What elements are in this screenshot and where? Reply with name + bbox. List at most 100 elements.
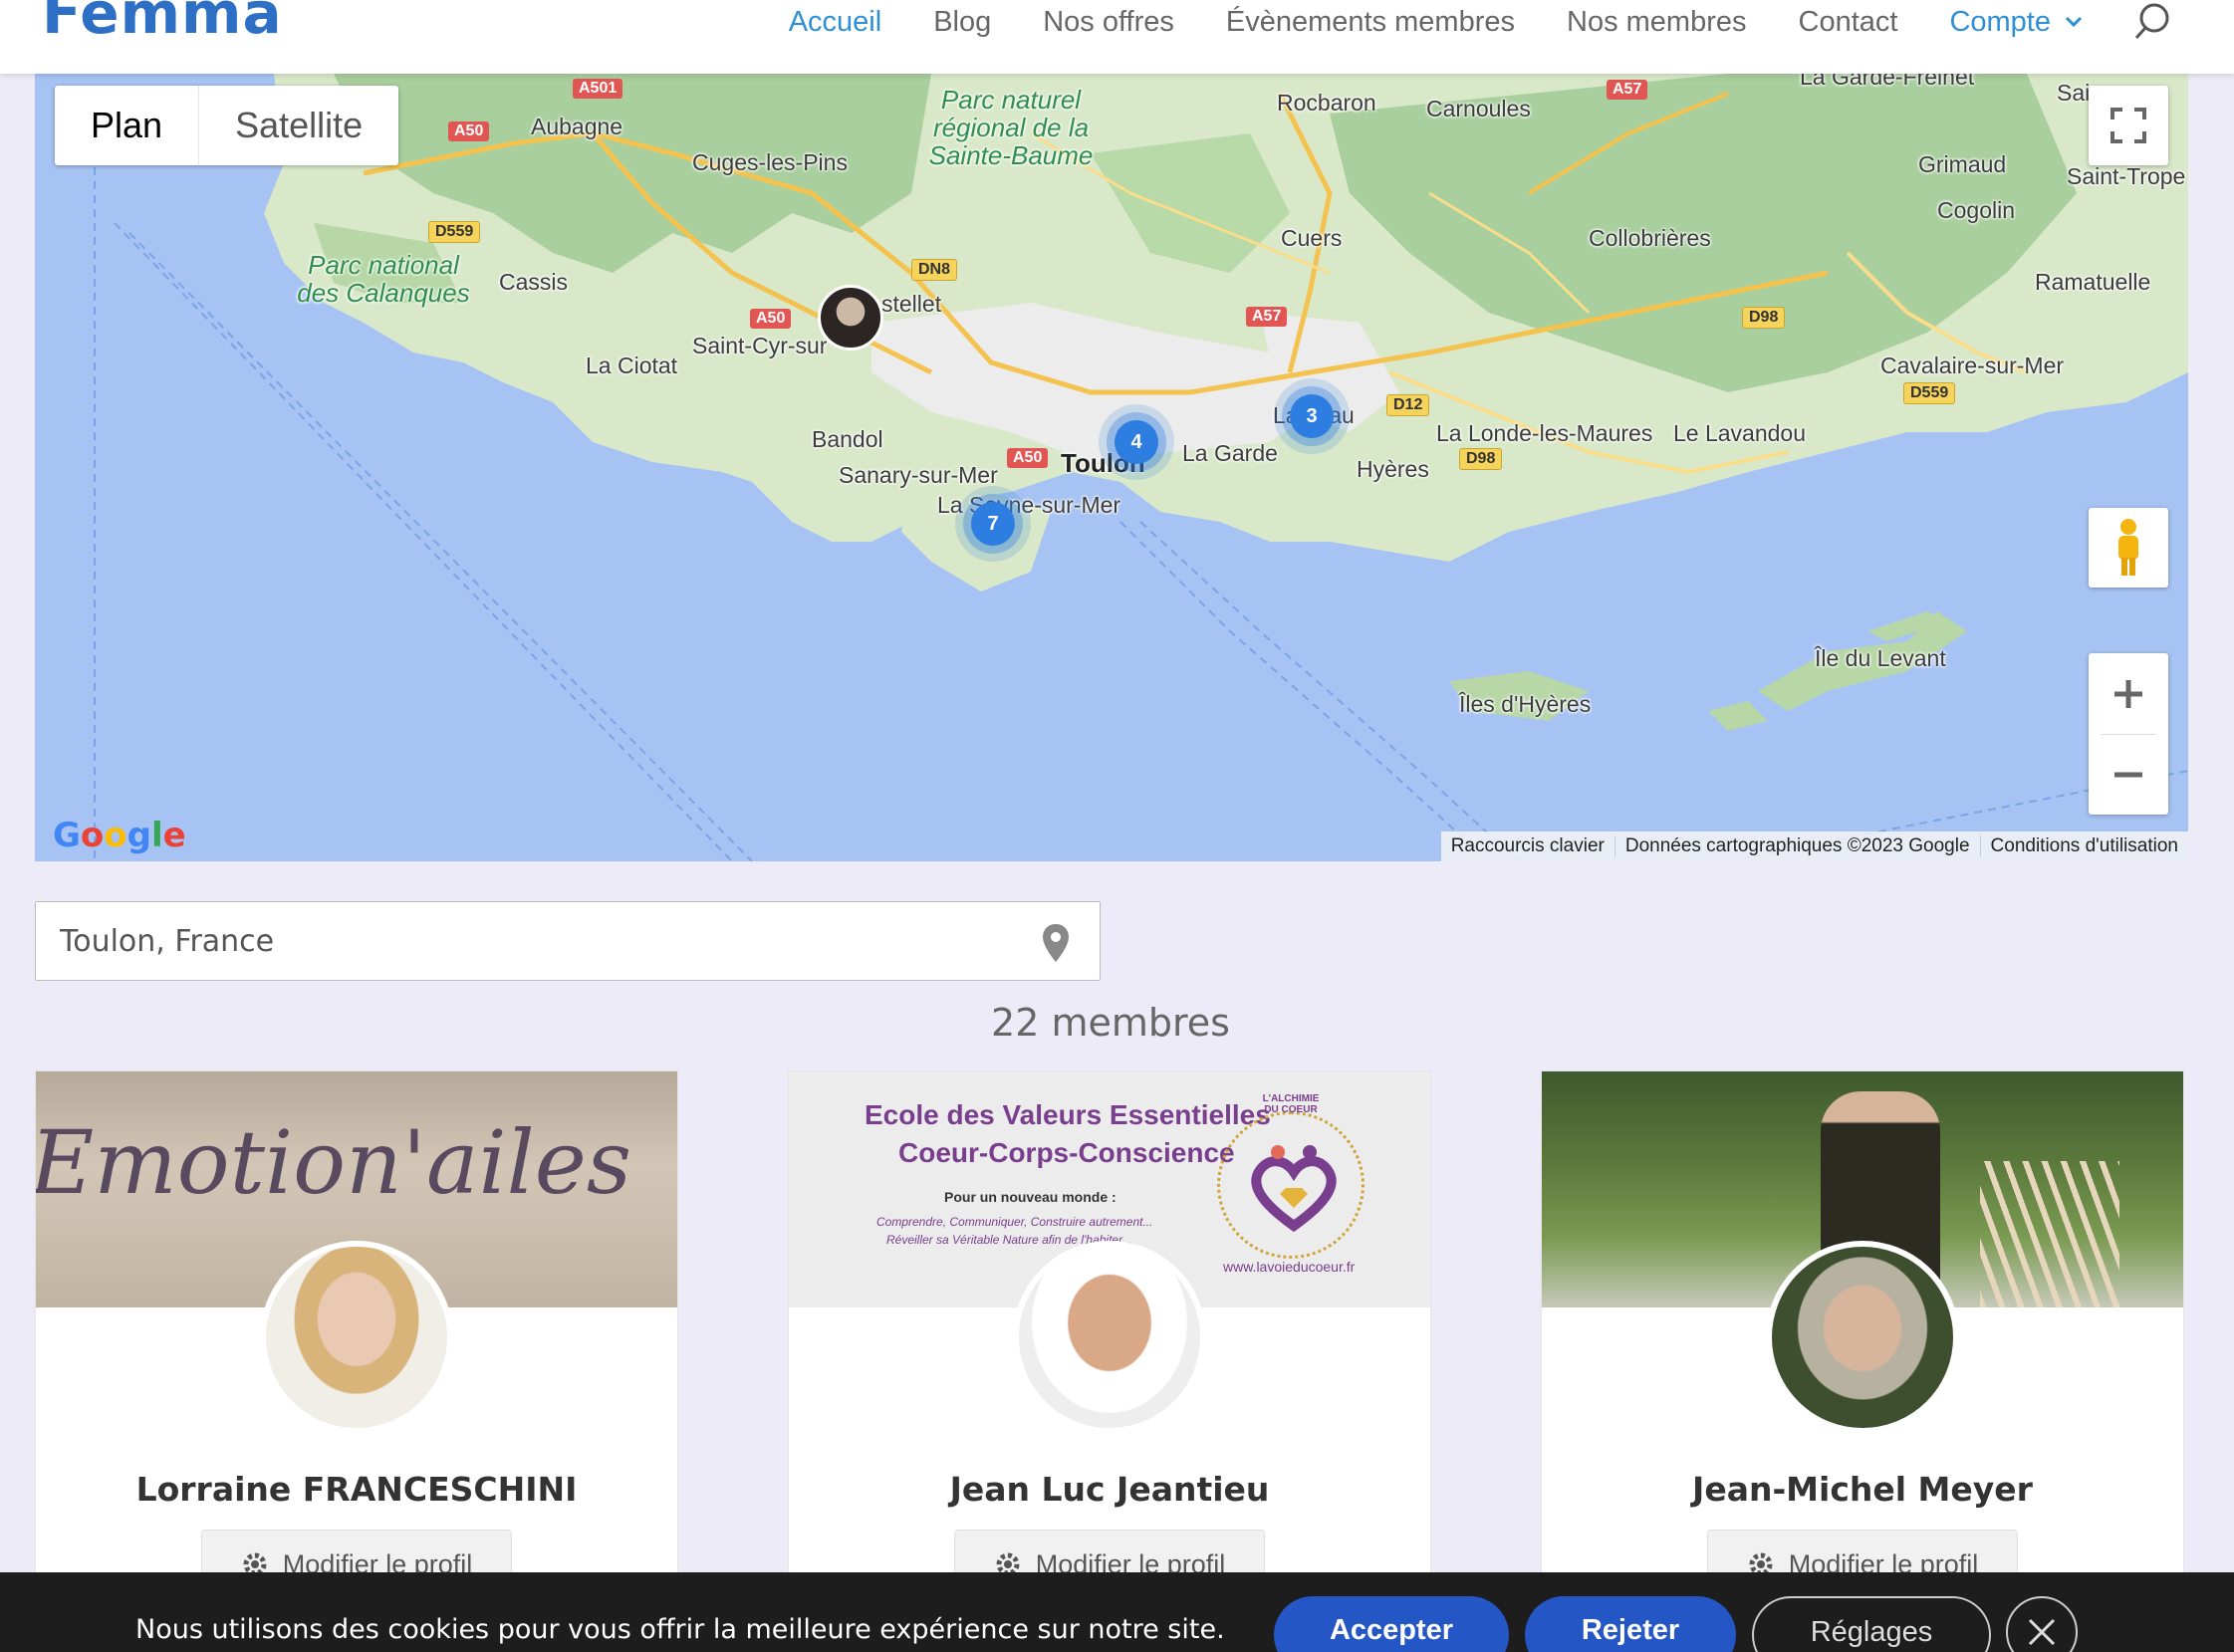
alchimie-logo xyxy=(1217,1111,1365,1259)
member-card[interactable]: Ecole des Valeurs Essentielles Coeur-Cor… xyxy=(788,1070,1431,1652)
street-view-button[interactable] xyxy=(2089,508,2168,588)
cover-url: www.lavoieducoeur.fr xyxy=(1223,1259,1356,1275)
map-label-grimaud: Grimaud xyxy=(1918,151,2007,177)
member-card[interactable]: Emotion'ailes Lorraine FRANCESCHINI Modi… xyxy=(35,1070,678,1652)
member-name[interactable]: Jean Luc Jeantieu xyxy=(789,1470,1430,1509)
road-d559-east: D559 xyxy=(1903,382,1956,404)
pegman-icon xyxy=(2118,519,2138,576)
map-label-hyeres: Hyères xyxy=(1357,456,1429,482)
marker-cluster-toulon[interactable]: 4 xyxy=(1115,420,1158,464)
site-header: Femma Accueil Blog Nos offres Évènements… xyxy=(0,0,2234,74)
close-icon xyxy=(2028,1618,2056,1646)
map-label-sainte-maxime: Sai xyxy=(2057,80,2091,106)
member-name[interactable]: Jean-Michel Meyer xyxy=(1542,1470,2183,1509)
zoom-in-button[interactable] xyxy=(2089,654,2168,734)
map-label-cuges: Cuges-les-Pins xyxy=(692,149,848,175)
heart-logo-icon xyxy=(1251,1145,1337,1233)
avatar xyxy=(1766,1241,1959,1434)
location-pin-icon[interactable] xyxy=(1040,922,1072,964)
member-map-marker[interactable] xyxy=(818,285,883,351)
nav-offres[interactable]: Nos offres xyxy=(1043,6,1174,39)
road-d98-east: D98 xyxy=(1742,307,1786,329)
map-label-la-seyne: La Seyne-sur-Mer xyxy=(937,492,1121,518)
road-a57-north: A57 xyxy=(1607,80,1648,100)
cover-text: Emotion'ailes xyxy=(36,1111,632,1214)
nav-blog[interactable]: Blog xyxy=(933,6,991,39)
fullscreen-button[interactable] xyxy=(2089,86,2168,165)
map-label-cogolin: Cogolin xyxy=(1937,197,2015,223)
map-label-saint-cyr: Saint-Cyr-sur xyxy=(692,333,828,358)
chevron-down-icon xyxy=(2065,16,2083,28)
marker-cluster-la-seyne[interactable]: 7 xyxy=(971,502,1015,546)
keyboard-shortcuts-link[interactable]: Raccourcis clavier xyxy=(1441,835,1614,857)
nav-compte-label: Compte xyxy=(1949,5,2051,38)
main-nav: Accueil Blog Nos offres Évènements membr… xyxy=(737,0,2234,44)
cookie-close-button[interactable] xyxy=(2006,1596,2078,1652)
nav-evenements[interactable]: Évènements membres xyxy=(1226,6,1515,39)
road-a50-toulon: A50 xyxy=(1007,448,1049,468)
map-type-plan[interactable]: Plan xyxy=(55,86,198,165)
map-label-la-garde: La Garde xyxy=(1182,440,1278,466)
map-type-control: Plan Satellite xyxy=(55,86,399,165)
map-label-la-londe: La Londe-les-Maures xyxy=(1436,420,1653,446)
map-label-ile-levant: Île du Levant xyxy=(1815,645,1946,671)
terms-link[interactable]: Conditions d'utilisation xyxy=(1979,835,2188,857)
map-type-satellite[interactable]: Satellite xyxy=(198,86,398,165)
nav-accueil[interactable]: Accueil xyxy=(789,6,882,39)
members-count: 22 membres xyxy=(991,1001,1230,1045)
road-dn8: DN8 xyxy=(911,259,958,281)
map-label-iles-hyeres: Îles d'Hyères xyxy=(1459,691,1592,717)
road-a50-mid: A50 xyxy=(750,309,792,329)
road-a501: A501 xyxy=(573,79,623,99)
map-label-saint-tropez: Saint-Trope xyxy=(2067,163,2186,189)
logo-text: Femma xyxy=(42,0,283,47)
map-label-ramatuelle: Ramatuelle xyxy=(2035,269,2151,295)
map-label-bandol: Bandol xyxy=(812,426,883,452)
road-d559-west: D559 xyxy=(428,221,481,243)
road-a50-west: A50 xyxy=(448,121,490,141)
map-label-cavalaire: Cavalaire-sur-Mer xyxy=(1880,353,2065,378)
cover-subtitle: Pour un nouveau monde : xyxy=(944,1189,1117,1205)
nav-compte[interactable]: Compte xyxy=(1949,6,2083,39)
cover-title-2: Coeur-Corps-Conscience xyxy=(898,1137,1235,1168)
minus-icon xyxy=(2114,772,2142,777)
map-label-la-ciotat: La Ciotat xyxy=(586,353,678,378)
map-label-cassis: Cassis xyxy=(499,269,569,295)
map-label-rocbaron: Rocbaron xyxy=(1277,90,1376,116)
nav-contact[interactable]: Contact xyxy=(1799,6,1898,39)
avatar xyxy=(1013,1241,1206,1434)
avatar xyxy=(260,1241,453,1434)
google-logo: Google xyxy=(53,816,186,855)
cookie-banner: Nous utilisons des cookies pour vous off… xyxy=(0,1572,2234,1652)
plus-icon xyxy=(2114,679,2142,708)
member-name[interactable]: Lorraine FRANCESCHINI xyxy=(36,1470,677,1509)
road-d98-south: D98 xyxy=(1459,448,1503,470)
member-card[interactable]: Jean-Michel Meyer Modifier le profil xyxy=(1541,1070,2184,1652)
location-input[interactable] xyxy=(60,902,1016,980)
cookie-settings-button[interactable]: Réglages xyxy=(1752,1596,1991,1652)
map-label-le-lavandou: Le Lavandou xyxy=(1673,420,1807,446)
zoom-out-button[interactable] xyxy=(2089,735,2168,815)
cookie-reject-button[interactable]: Rejeter xyxy=(1525,1596,1736,1652)
map-label-aubagne: Aubagne xyxy=(531,114,623,139)
map-label-sanary: Sanary-sur-Mer xyxy=(839,462,998,488)
site-logo[interactable]: Femma xyxy=(42,0,283,48)
search-icon[interactable] xyxy=(2122,0,2182,44)
map-label-sainte-baume: Parc naturel régional de la Sainte-Baume xyxy=(928,85,1094,170)
map-label-carnoules: Carnoules xyxy=(1426,96,1531,121)
map-label-castellet: stellet xyxy=(881,291,942,317)
zoom-control xyxy=(2089,653,2168,815)
alchimie-logo-text: L'ALCHIMIE DU COEUR xyxy=(1262,1093,1320,1115)
marker-cluster-la-crau[interactable]: 3 xyxy=(1290,394,1334,438)
map-attribution: Raccourcis clavier Données cartographiqu… xyxy=(1440,831,2188,861)
map-data-text: Données cartographiques ©2023 Google xyxy=(1613,835,1980,857)
fullscreen-icon xyxy=(2110,108,2146,143)
members-map[interactable]: Plan Satellite Aubagne Cuges-les-Pins Pa… xyxy=(35,74,2188,861)
road-a57-south: A57 xyxy=(1246,307,1288,327)
cover-title-1: Ecole des Valeurs Essentielles xyxy=(865,1099,1271,1130)
cookie-text: Nous utilisons des cookies pour vous off… xyxy=(135,1614,1225,1645)
nav-membres[interactable]: Nos membres xyxy=(1567,6,1747,39)
map-label-calanques: Parc national des Calanques xyxy=(297,250,470,308)
map-label-garde-freinet: La Garde-Freinet xyxy=(1800,74,1975,90)
cookie-accept-button[interactable]: Accepter xyxy=(1274,1596,1509,1652)
